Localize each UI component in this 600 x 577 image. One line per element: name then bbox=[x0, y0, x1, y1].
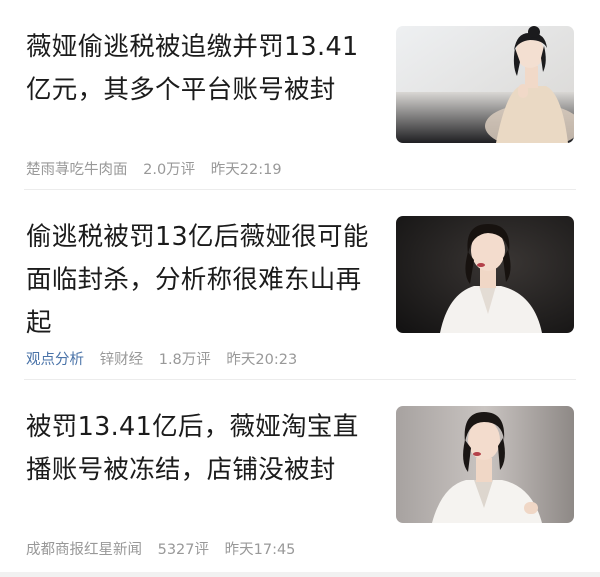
news-source: 成都商报红星新闻 bbox=[26, 542, 142, 558]
news-title[interactable]: 被罚13.41亿后，薇娅淘宝直播账号被冻结，店铺没被封 bbox=[26, 406, 376, 492]
news-item[interactable]: 偷逃税被罚13亿后薇娅很可能面临封杀，分析称很难东山再起 观点分析 锌财经 1.… bbox=[0, 190, 600, 380]
news-time: 昨天22:19 bbox=[210, 162, 282, 178]
news-meta: 成都商报红星新闻 5327评 昨天17:45 bbox=[26, 540, 306, 560]
news-tag[interactable]: 观点分析 bbox=[26, 352, 84, 368]
news-feed: 薇娅偷逃税被追缴并罚13.41亿元，其多个平台账号被封 楚雨荨吃牛肉面 2.0万… bbox=[0, 0, 600, 577]
news-source: 锌财经 bbox=[99, 352, 144, 368]
bottom-separator bbox=[0, 572, 600, 577]
news-time: 昨天20:23 bbox=[226, 352, 298, 368]
news-comment-count: 2.0万评 bbox=[143, 162, 196, 178]
news-thumbnail[interactable] bbox=[396, 216, 574, 333]
news-thumbnail[interactable] bbox=[396, 406, 574, 523]
news-title[interactable]: 薇娅偷逃税被追缴并罚13.41亿元，其多个平台账号被封 bbox=[26, 26, 376, 112]
news-item[interactable]: 薇娅偷逃税被追缴并罚13.41亿元，其多个平台账号被封 楚雨荨吃牛肉面 2.0万… bbox=[0, 0, 600, 190]
news-comment-count: 1.8万评 bbox=[158, 352, 211, 368]
news-thumbnail[interactable] bbox=[396, 26, 574, 143]
news-meta: 观点分析 锌财经 1.8万评 昨天20:23 bbox=[26, 350, 308, 370]
news-item[interactable]: 被罚13.41亿后，薇娅淘宝直播账号被冻结，店铺没被封 成都商报红星新闻 532… bbox=[0, 380, 600, 570]
news-time: 昨天17:45 bbox=[224, 542, 296, 558]
news-meta: 楚雨荨吃牛肉面 2.0万评 昨天22:19 bbox=[26, 160, 293, 180]
news-title[interactable]: 偷逃税被罚13亿后薇娅很可能面临封杀，分析称很难东山再起 bbox=[26, 216, 376, 345]
news-source: 楚雨荨吃牛肉面 bbox=[26, 162, 128, 178]
news-comment-count: 5327评 bbox=[157, 542, 210, 558]
